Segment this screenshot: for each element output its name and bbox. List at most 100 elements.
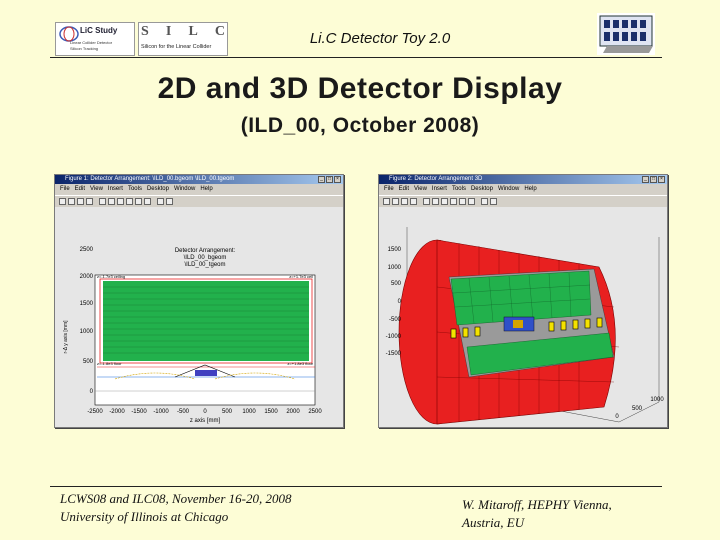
open-icon[interactable]	[392, 198, 399, 205]
footer-author-line1: W. Mitaroff, HEPHY Vienna,	[462, 497, 612, 512]
pan-icon[interactable]	[126, 198, 133, 205]
figure1-yticks: 2500 2000 1500 1000 500 0	[80, 247, 94, 395]
xtick: 1000	[242, 409, 256, 415]
figure1-titlebar[interactable]: Figure 1: Detector Arrangement: \ILD_00.…	[55, 175, 343, 184]
menu-window[interactable]: Window	[498, 186, 519, 192]
open-icon[interactable]	[68, 198, 75, 205]
save-icon[interactable]	[401, 198, 408, 205]
pan-icon[interactable]	[450, 198, 457, 205]
silc-tagline: Silicon for the Linear Collider	[141, 44, 212, 50]
colorbar-icon[interactable]	[157, 198, 164, 205]
figure1-window-title: Figure 1: Detector Arrangement: \ILD_00.…	[65, 176, 235, 182]
print-icon[interactable]	[410, 198, 417, 205]
figure2-window-title: Figure 2: Detector Arrangement 3D	[389, 176, 483, 182]
maximize-button[interactable]: □	[650, 176, 657, 183]
figure1-ylabel: r-Δ y axis [mm]	[63, 320, 69, 354]
figure2-xticks: 0 500 1000	[615, 397, 664, 420]
ytick: -1000	[386, 334, 402, 340]
menu-edit[interactable]: Edit	[399, 186, 409, 192]
figure1-xlabel: z axis [mm]	[190, 418, 221, 424]
menu-help[interactable]: Help	[200, 186, 212, 192]
silc-letters: S I L C	[141, 24, 225, 39]
ytick-1500: 1500	[80, 301, 94, 307]
close-button[interactable]: ×	[334, 176, 341, 183]
save-icon[interactable]	[77, 198, 84, 205]
header-title: Li.C Detector Toy 2.0	[309, 30, 451, 47]
menu-window[interactable]: Window	[174, 186, 195, 192]
figure2-window[interactable]: Figure 2: Detector Arrangement 3D _ □ × …	[378, 174, 668, 428]
annotation-ceiling-left: z=-1.7e3 ceiling	[97, 274, 125, 279]
menu-insert[interactable]: Insert	[108, 186, 123, 192]
minimize-button[interactable]: _	[642, 176, 649, 183]
zoom-out-icon[interactable]	[441, 198, 448, 205]
inner-tracker	[195, 370, 217, 376]
new-figure-icon[interactable]	[59, 198, 66, 205]
hephy-logo	[597, 13, 655, 55]
lic-logo-text: LiC Study	[80, 26, 118, 35]
silc-logo: S I L C Silicon for the Linear Collider	[138, 22, 228, 56]
print-icon[interactable]	[86, 198, 93, 205]
maximize-button[interactable]: □	[326, 176, 333, 183]
xtick: -2000	[109, 409, 125, 415]
pointer-icon[interactable]	[423, 198, 430, 205]
figure2-canvas[interactable]: 1500 1000 500 0 -500 -1000 -1500 0 500 1…	[379, 207, 667, 427]
menu-view[interactable]: View	[414, 186, 427, 192]
xtick: -1000	[153, 409, 169, 415]
rotate-icon[interactable]	[135, 198, 142, 205]
menu-view[interactable]: View	[90, 186, 103, 192]
menu-tools[interactable]: Tools	[128, 186, 142, 192]
figure1-menubar: File Edit View Insert Tools Desktop Window Help	[55, 185, 343, 194]
footer-conference-line1: LCWS08 and ILC08, November 16-20, 2008	[60, 491, 292, 506]
close-button[interactable]: ×	[658, 176, 665, 183]
ytick-1000: 1000	[80, 329, 94, 335]
ytick: -1500	[386, 351, 402, 357]
xtick: 2500	[308, 409, 322, 415]
zoom-in-icon[interactable]	[108, 198, 115, 205]
footer-conference-line2: University of Illinois at Chicago	[60, 509, 229, 524]
xtick: 2000	[286, 409, 300, 415]
colorbar-icon[interactable]	[481, 198, 488, 205]
hephy-building-graphic	[599, 15, 653, 53]
lic-logo-subtext-2: Silicon Tracking	[70, 46, 99, 51]
figure1-title-line2: \ILD_00_bgeom	[184, 255, 227, 261]
menu-tools[interactable]: Tools	[452, 186, 466, 192]
figure2-titlebar[interactable]: Figure 2: Detector Arrangement 3D _ □ ×	[379, 175, 667, 184]
ytick: 1000	[388, 265, 402, 271]
ytick: -500	[389, 317, 402, 323]
figure1-window[interactable]: Figure 1: Detector Arrangement: \ILD_00.…	[54, 174, 344, 428]
datacursor-icon[interactable]	[468, 198, 475, 205]
page-title: 2D and 3D Detector Display	[157, 72, 563, 105]
menu-file[interactable]: File	[60, 186, 70, 192]
annotation-floor-left: z=-1.8e3 floor	[97, 361, 122, 366]
legend-icon[interactable]	[166, 198, 173, 205]
footer-conference: LCWS08 and ILC08, November 16-20, 2008 U…	[60, 490, 291, 526]
legend-icon[interactable]	[490, 198, 497, 205]
figure1-canvas[interactable]: Detector Arrangement: \ILD_00_bgeom \ILD…	[55, 207, 343, 427]
ytick: 1500	[388, 247, 402, 253]
lic-logo-subtext: Linear Collider Detector	[70, 40, 113, 45]
xtick: 1000	[650, 397, 664, 403]
page-subtitle: (ILD_00, October 2008)	[240, 114, 480, 137]
menu-edit[interactable]: Edit	[75, 186, 85, 192]
zoom-in-icon[interactable]	[432, 198, 439, 205]
menu-insert[interactable]: Insert	[432, 186, 447, 192]
menu-file[interactable]: File	[384, 186, 394, 192]
pointer-icon[interactable]	[99, 198, 106, 205]
menu-desktop[interactable]: Desktop	[471, 186, 493, 192]
vertex-detector	[513, 320, 523, 328]
menu-help[interactable]: Help	[524, 186, 536, 192]
minimize-button[interactable]: _	[318, 176, 325, 183]
zoom-out-icon[interactable]	[117, 198, 124, 205]
new-figure-icon[interactable]	[383, 198, 390, 205]
xtick: 0	[615, 414, 619, 420]
xtick: -1500	[131, 409, 147, 415]
menu-desktop[interactable]: Desktop	[147, 186, 169, 192]
annotation-floor-right: z=+1.8e3 floor	[287, 361, 313, 366]
datacursor-icon[interactable]	[144, 198, 151, 205]
footer-divider	[50, 486, 662, 487]
ytick-0: 0	[90, 389, 94, 395]
xtick: 1500	[264, 409, 278, 415]
rotate-icon[interactable]	[459, 198, 466, 205]
figure1-xticks: -2500 -2000 -1500 -1000 -500 0 500 1000 …	[87, 409, 322, 415]
xtick: -500	[177, 409, 190, 415]
